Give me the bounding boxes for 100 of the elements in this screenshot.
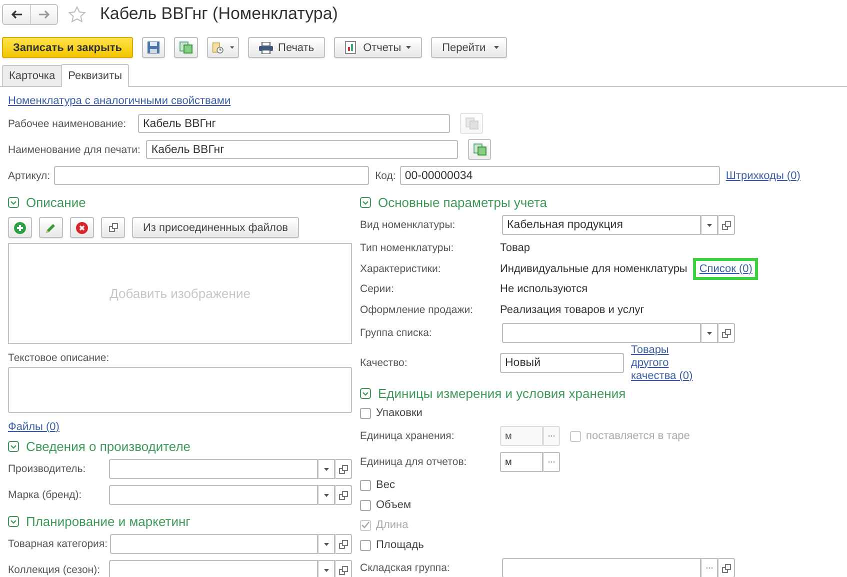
- field-label: Производитель:: [8, 463, 87, 475]
- field-label: Коллекция (сезон):: [8, 564, 101, 576]
- toolbar-button[interactable]: [142, 37, 166, 58]
- input-field[interactable]: 00-00000034: [400, 166, 720, 185]
- collapse-toggle[interactable]: [360, 196, 371, 208]
- menu-button[interactable]: Перейти: [431, 37, 507, 58]
- field-label: Единица хранения:: [360, 430, 456, 442]
- report-icon: [345, 41, 358, 54]
- select-field[interactable]: Кабельная продукция: [502, 215, 701, 235]
- dropdown-button[interactable]: [701, 215, 718, 235]
- open-button[interactable]: [335, 560, 352, 577]
- tab[interactable]: Реквизиты: [61, 64, 130, 87]
- field-value: Реализация товаров и услуг: [500, 304, 644, 316]
- checkbox[interactable]: [360, 540, 371, 550]
- dropdown-button[interactable]: [318, 485, 335, 505]
- open-button[interactable]: [718, 558, 735, 577]
- caret-icon: [324, 542, 329, 546]
- dropdown-button[interactable]: [318, 534, 335, 554]
- field-value: Не используются: [500, 283, 588, 296]
- toolbar-button[interactable]: [174, 37, 198, 58]
- select-field[interactable]: [502, 558, 701, 577]
- field-label: Серии:: [360, 283, 395, 296]
- toolbar-button[interactable]: Отчеты: [334, 37, 422, 58]
- other-quality-link[interactable]: Товары другого качества (0): [631, 344, 709, 382]
- open-button[interactable]: [335, 485, 352, 505]
- field-label: Характеристики:: [360, 262, 442, 275]
- barcodes-link[interactable]: Штрихкоды (0): [726, 170, 800, 182]
- menu-button[interactable]: [207, 37, 240, 58]
- field-label: Марка (бренд):: [8, 489, 83, 501]
- select-field[interactable]: [109, 485, 318, 505]
- field-value: Товар: [500, 242, 530, 254]
- caret-icon: [707, 332, 712, 334]
- unit-field[interactable]: м: [500, 452, 543, 472]
- open-icon: [339, 490, 348, 500]
- delete-button[interactable]: [70, 217, 94, 238]
- collapse-toggle[interactable]: [8, 196, 19, 208]
- checkbox-label: поставляется в таре: [586, 430, 690, 442]
- field-label: Текстовое описание:: [8, 352, 110, 364]
- dropdown-button[interactable]: [318, 459, 335, 479]
- files-link[interactable]: Файлы (0): [8, 421, 60, 433]
- caret-icon: [707, 224, 712, 226]
- checkbox[interactable]: [360, 480, 371, 490]
- input-field[interactable]: [54, 166, 370, 185]
- field-label: Качество:: [360, 357, 408, 369]
- collapse-toggle[interactable]: [360, 388, 371, 398]
- window-title: Кабель ВВГнг (Номенклатура): [100, 4, 338, 24]
- back-arrow-icon: [11, 10, 22, 18]
- open-button[interactable]: [335, 534, 352, 554]
- select-field[interactable]: [109, 560, 318, 577]
- checkbox-label: Длина: [376, 519, 408, 531]
- similar-items-link[interactable]: Номенклатура с аналогичными свойствами: [8, 95, 231, 107]
- open-button[interactable]: [718, 323, 735, 343]
- field-label: Наименование для печати:: [8, 144, 140, 156]
- select-field[interactable]: [109, 459, 318, 479]
- field-label: Оформление продажи:: [360, 304, 474, 316]
- image-placeholder: Добавить изображение: [110, 286, 250, 301]
- field-label: Тип номенклатуры:: [360, 242, 455, 254]
- dropdown-button[interactable]: [701, 323, 718, 343]
- open-button[interactable]: [101, 217, 125, 238]
- checkbox[interactable]: [360, 500, 371, 510]
- toolbar-button[interactable]: Печать: [248, 37, 326, 58]
- copy-name-button[interactable]: [468, 139, 492, 160]
- select-field[interactable]: [110, 534, 318, 554]
- select-field[interactable]: [502, 323, 701, 343]
- open-icon: [339, 464, 348, 474]
- open-icon: [722, 220, 731, 230]
- attach-button[interactable]: Из присоединенных файлов: [132, 217, 300, 238]
- open-button[interactable]: [335, 459, 352, 479]
- checkbox-label: Площадь: [376, 539, 424, 551]
- open-button[interactable]: [718, 215, 735, 235]
- add-button[interactable]: [8, 217, 32, 238]
- save-and-close-button[interactable]: Записать и закрыть: [2, 37, 134, 58]
- add-icon: [14, 222, 26, 234]
- checkbox[interactable]: [360, 408, 371, 418]
- documents-icon: [472, 143, 487, 156]
- dropdown-button[interactable]: [318, 560, 335, 577]
- list-link[interactable]: Список (0): [693, 258, 758, 280]
- collapse-toggle[interactable]: [8, 440, 19, 452]
- field-label: Единица для отчетов:: [360, 456, 468, 468]
- forward-arrow-icon: [38, 10, 50, 18]
- open-icon: [108, 223, 118, 232]
- field-label: Рабочее наименование:: [8, 118, 128, 130]
- input-field[interactable]: Кабель ВВГнг: [146, 140, 458, 159]
- star-icon[interactable]: [68, 6, 86, 22]
- edit-button[interactable]: [39, 217, 63, 238]
- documents-icon: [179, 41, 194, 54]
- checkbox-label: Объем: [376, 499, 412, 511]
- input-field[interactable]: Новый: [500, 353, 624, 373]
- section-title: Планирование и маркетинг: [26, 514, 190, 528]
- tab[interactable]: Карточка: [2, 65, 62, 86]
- open-icon: [339, 566, 348, 574]
- collapse-toggle[interactable]: [8, 516, 19, 526]
- field-label: Вид номенклатуры:: [360, 219, 456, 231]
- choose-button[interactable]: [701, 558, 718, 577]
- open-icon: [722, 328, 731, 338]
- caret-icon: [324, 468, 329, 470]
- section-title: Единицы измерения и условия хранения: [378, 386, 626, 400]
- section-title: Основные параметры учета: [378, 194, 548, 210]
- choose-button[interactable]: [543, 452, 560, 472]
- input-field[interactable]: Кабель ВВГнг: [138, 114, 450, 133]
